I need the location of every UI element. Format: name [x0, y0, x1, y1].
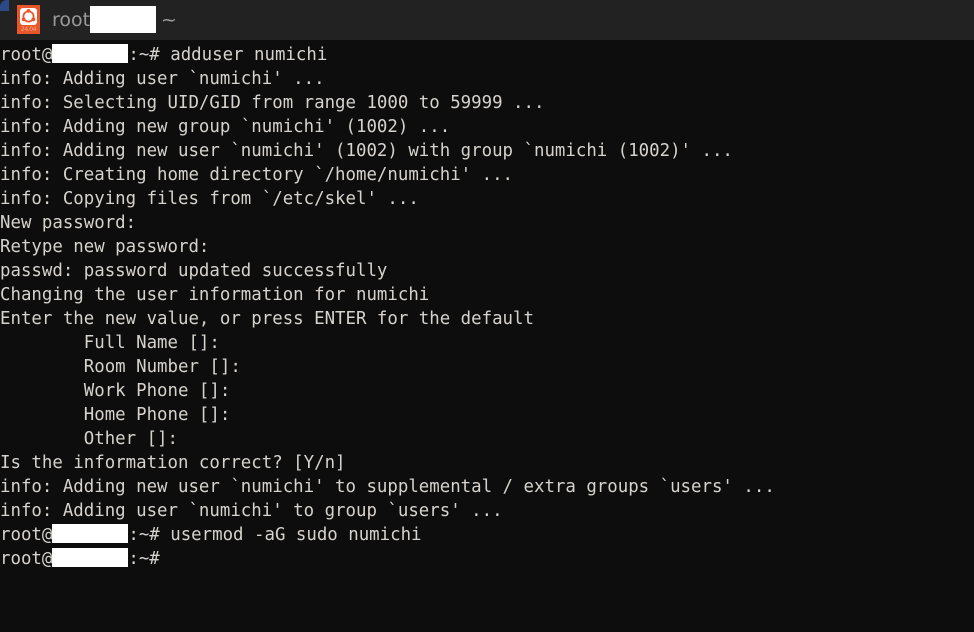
ubuntu-version-label: 24.04: [20, 26, 37, 33]
terminal-output-line: passwd: password updated successfully: [0, 261, 388, 281]
terminal-output-line: info: Adding user `numichi' to group `us…: [0, 501, 503, 521]
window-title-path: ~: [161, 9, 177, 31]
terminal-output-line: Is the information correct? [Y/n]: [0, 453, 346, 473]
window-titlebar[interactable]: 24.04 root@ ~: [0, 0, 974, 40]
terminal-prompt-line: root@ :~#: [0, 547, 775, 571]
terminal-output-line: Work Phone []:: [0, 381, 231, 401]
window-corner-accent: [0, 0, 9, 11]
terminal-output-line: info: Adding new user `numichi' to suppl…: [0, 477, 775, 497]
terminal-output-line: Full Name []:: [0, 333, 220, 353]
terminal-prompt-line: root@ :~# usermod -aG sudo numichi: [0, 523, 775, 547]
hostname-redaction: [52, 548, 129, 567]
prompt-user: root@: [0, 525, 53, 545]
prompt-user: root@: [0, 549, 53, 569]
terminal-output-line: info: Adding user `numichi' ...: [0, 69, 325, 89]
hostname-redaction: [52, 524, 129, 543]
terminal-output-line: New password:: [0, 213, 137, 233]
prompt-command: :~# usermod -aG sudo numichi: [128, 525, 422, 545]
prompt-user: root@: [0, 45, 53, 65]
terminal-output-line: info: Creating home directory `/home/num…: [0, 165, 514, 185]
terminal-output-line: info: Adding new group `numichi' (1002) …: [0, 117, 451, 137]
terminal-output-line: info: Selecting UID/GID from range 1000 …: [0, 93, 545, 113]
terminal-output-line: Home Phone []:: [0, 405, 231, 425]
terminal-output-line: info: Copying files from `/etc/skel' ...: [0, 189, 419, 209]
prompt-command: :~#: [128, 549, 160, 569]
prompt-command: :~# adduser numichi: [128, 45, 328, 65]
terminal-output-line: Retype new password:: [0, 237, 210, 257]
hostname-redaction: [52, 44, 129, 63]
terminal-prompt-line: root@ :~# adduser numichi: [0, 43, 775, 67]
ubuntu-badge-icon: [20, 8, 37, 25]
ubuntu-logo-icon[interactable]: 24.04: [17, 5, 40, 34]
terminal-line-list: root@ :~# adduser numichi info: Adding use…: [0, 40, 775, 571]
terminal-output-line: Room Number []:: [0, 357, 241, 377]
terminal-output-line: info: Adding new user `numichi' (1002) w…: [0, 141, 733, 161]
terminal-output-line: Enter the new value, or press ENTER for …: [0, 309, 534, 329]
terminal-window: 24.04 root@ ~ root@ :~# adduser numichi in…: [0, 0, 974, 632]
terminal-output-area[interactable]: root@ :~# adduser numichi info: Adding use…: [0, 40, 974, 632]
terminal-output-line: Other []:: [0, 429, 178, 449]
terminal-output-line: Changing the user information for numich…: [0, 285, 430, 305]
window-title-hostname-redaction: [90, 6, 156, 33]
